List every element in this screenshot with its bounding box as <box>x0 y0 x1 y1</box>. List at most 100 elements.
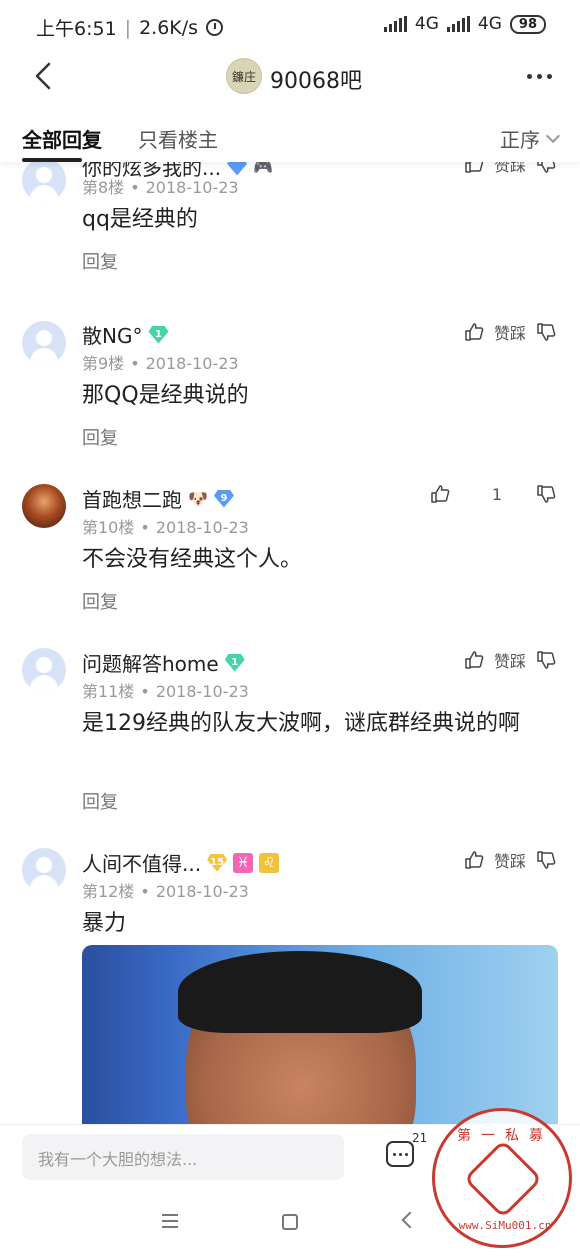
reply-date: 2018-10-23 <box>155 518 249 537</box>
menu-icon[interactable] <box>162 1214 178 1228</box>
network-label-1: 4G <box>414 14 439 34</box>
status-left: 上午6:51 | 2.6K/s <box>36 14 224 41</box>
thumb-down-icon[interactable] <box>536 322 556 342</box>
reply-list[interactable]: 你的炫多我的... 🎮 赞踩 第8楼 • 2018-10-23 qq是经典的 回复 … <box>0 162 580 1124</box>
gift-icon: 🎮 <box>253 162 273 176</box>
reply-date: 2018-10-23 <box>155 882 249 901</box>
thumb-up-icon[interactable] <box>464 850 484 870</box>
reply-date: 2018-10-23 <box>145 354 239 373</box>
pisces-icon: ♓ <box>233 852 254 873</box>
home-icon[interactable] <box>282 1214 298 1230</box>
alarm-icon <box>206 19 224 36</box>
thumb-down-icon[interactable] <box>536 850 556 870</box>
username-text: 问题解答home <box>82 652 219 676</box>
thumb-down-icon[interactable] <box>536 650 556 670</box>
reply-button[interactable]: 回复 <box>82 588 118 614</box>
signal-icon <box>446 16 470 32</box>
sort-label: 正序 <box>500 128 540 152</box>
username-text: 人间不值得... <box>82 852 202 876</box>
reply-text: 不会没有经典这个人。 <box>82 547 303 572</box>
reply-button[interactable]: 回复 <box>82 424 118 450</box>
floor-number: 第10楼 <box>82 518 135 537</box>
status-separator: | <box>124 16 132 39</box>
avatar[interactable] <box>22 648 66 692</box>
level-badge-icon: 1 <box>148 325 169 344</box>
floor-number: 第8楼 <box>82 178 125 197</box>
floor-number: 第11楼 <box>82 682 135 701</box>
vote-label: 赞踩 <box>493 324 526 343</box>
avatar[interactable] <box>22 848 66 892</box>
thumb-down-icon[interactable] <box>536 162 556 174</box>
vote-area: 赞踩 <box>464 648 556 672</box>
level-badge-icon: 9 <box>213 489 234 508</box>
status-speed: 2.6K/s <box>139 16 199 39</box>
reply-date: 2018-10-23 <box>145 178 239 197</box>
post-image-hair <box>178 951 422 1033</box>
thumb-up-icon[interactable] <box>464 162 484 174</box>
avatar[interactable] <box>22 484 66 528</box>
status-bar: 上午6:51 | 2.6K/s 4G 4G 98 <box>0 0 580 52</box>
reply-meta: 第8楼 • 2018-10-23 <box>82 178 239 197</box>
avatar[interactable] <box>22 162 66 202</box>
nav-back-icon[interactable] <box>401 1211 419 1229</box>
username[interactable]: 散NG° 1 <box>82 320 169 349</box>
dog-emoji-icon: 🐶 <box>188 489 208 508</box>
level-badge-icon: 1 <box>224 653 245 672</box>
reply-button[interactable]: 回复 <box>82 788 118 814</box>
reply-text: 那QQ是经典说的 <box>82 383 249 408</box>
thumb-up-icon[interactable] <box>464 650 484 670</box>
thumb-up-icon[interactable] <box>430 484 450 504</box>
username[interactable]: 首跑想二跑 🐶 9 <box>82 484 234 513</box>
floor-number: 第9楼 <box>82 354 125 373</box>
floor-number: 第12楼 <box>82 882 135 901</box>
back-icon[interactable] <box>34 62 52 90</box>
tab-indicator <box>22 158 82 162</box>
tab-all-replies[interactable]: 全部回复 <box>22 124 102 153</box>
vote-label: 赞踩 <box>493 652 526 671</box>
username[interactable]: 问题解答home 1 <box>82 648 245 677</box>
watermark-url: www.SiMu001.cn <box>458 1219 552 1232</box>
tab-owner-only[interactable]: 只看楼主 <box>138 124 218 153</box>
vote-area: 赞踩 <box>464 848 556 872</box>
comment-input[interactable]: 我有一个大胆的想法... <box>22 1134 344 1180</box>
reply-text: 暴力 <box>82 911 127 936</box>
status-time: 上午6:51 <box>36 18 117 40</box>
battery-icon: 98 <box>509 14 546 34</box>
chevron-down-icon <box>545 128 561 143</box>
reply-meta: 第9楼 • 2018-10-23 <box>82 354 239 373</box>
reply-text: qq是经典的 <box>82 207 198 232</box>
vote-area: 1 <box>430 484 556 504</box>
signal-icon <box>383 16 407 32</box>
reply-meta: 第12楼 • 2018-10-23 <box>82 882 249 901</box>
reply-date: 2018-10-23 <box>155 682 249 701</box>
watermark-stamp: 第一私募 www.SiMu001.cn <box>432 1108 572 1248</box>
thumb-down-icon[interactable] <box>536 484 556 504</box>
forum-avatar[interactable]: 鐮庄 <box>226 58 262 94</box>
reply-meta: 第11楼 • 2018-10-23 <box>82 682 249 701</box>
status-right: 4G 4G 98 <box>383 14 546 34</box>
tabs-bar: 全部回复 只看楼主 正序 <box>0 102 580 162</box>
avatar[interactable] <box>22 321 66 365</box>
vote-label: 赞踩 <box>493 162 526 175</box>
more-icon[interactable] <box>527 74 552 79</box>
thumb-up-icon[interactable] <box>464 322 484 342</box>
vote-area: 赞踩 <box>464 162 556 176</box>
forum-title[interactable]: 90068吧 <box>270 63 362 95</box>
comment-icon[interactable] <box>386 1141 414 1167</box>
username[interactable]: 人间不值得... 15 ♓ ♌ <box>82 848 280 877</box>
vote-label: 赞踩 <box>493 852 526 871</box>
watermark-top-text: 第一私募 <box>457 1128 553 1144</box>
level-badge-icon: 15 <box>207 853 228 872</box>
username-text: 首跑想二跑 <box>82 488 182 512</box>
post-image[interactable] <box>82 945 558 1124</box>
reply-button[interactable]: 回复 <box>82 248 118 274</box>
username-text: 散NG° <box>82 324 143 348</box>
comment-count: 21 <box>412 1131 428 1145</box>
vote-area: 赞踩 <box>464 320 556 344</box>
nav-bar: 鐮庄 90068吧 <box>0 52 580 102</box>
reply-meta: 第10楼 • 2018-10-23 <box>82 518 249 537</box>
watermark-logo-icon <box>463 1139 543 1219</box>
sort-dropdown[interactable]: 正序 <box>500 124 561 153</box>
like-count: 1 <box>491 484 502 504</box>
leo-icon: ♌ <box>259 852 280 873</box>
